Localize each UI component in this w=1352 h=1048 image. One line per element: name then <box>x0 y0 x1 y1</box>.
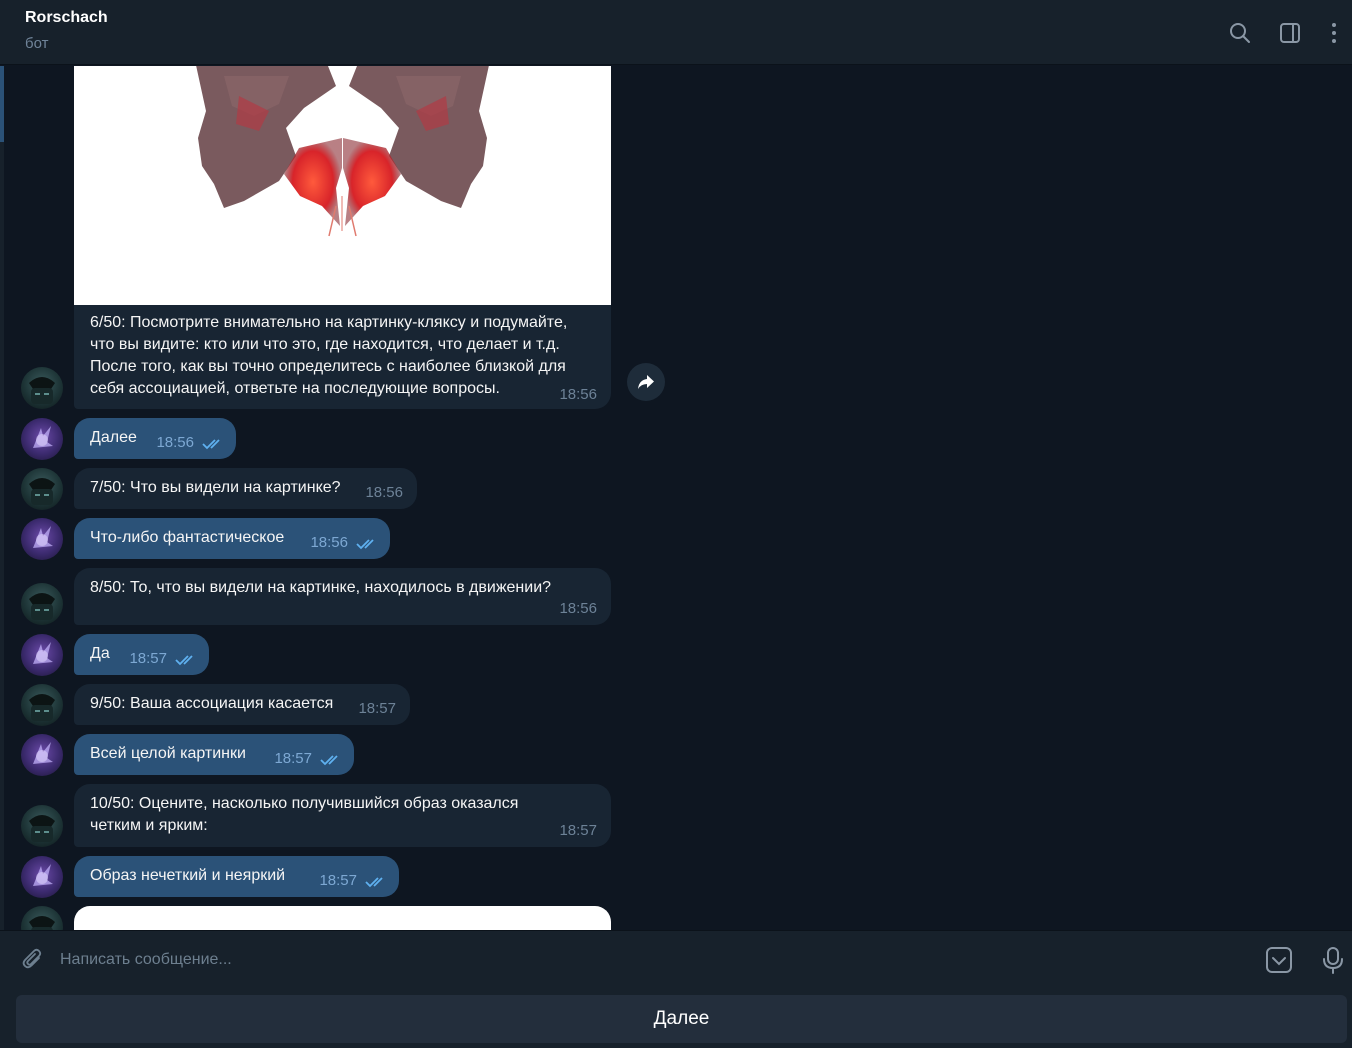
message-text: 9/50: Ваша ассоциация касается <box>90 695 334 712</box>
message-time: 18:56 <box>365 484 403 501</box>
double-check-icon <box>320 755 338 766</box>
microphone-icon[interactable] <box>1318 945 1348 975</box>
message-bubble-incoming[interactable]: 7/50: Что вы видели на картинке? 18:56 <box>74 468 417 509</box>
message-bubble-incoming[interactable]: 8/50: То, что вы видели на картинке, нах… <box>74 568 611 625</box>
user-avatar[interactable] <box>21 418 63 460</box>
bot-avatar[interactable] <box>21 684 63 726</box>
user-avatar[interactable] <box>21 856 63 898</box>
message-bubble-outgoing[interactable]: Всей целой картинки 18:57 <box>74 734 354 775</box>
message-text: Далее <box>90 429 137 446</box>
user-avatar[interactable] <box>21 734 63 776</box>
message-bubble-incoming[interactable]: 10/50: Оцените, насколько получившийся о… <box>74 784 611 847</box>
message-time: 18:56 <box>310 534 348 551</box>
double-check-icon <box>175 655 193 666</box>
message-time: 18:56 <box>559 600 597 617</box>
message-time: 18:57 <box>274 750 312 767</box>
chat-subtitle: бот <box>25 35 49 52</box>
message-bubble-outgoing[interactable]: Далее 18:56 <box>74 418 236 459</box>
message-bubble-outgoing[interactable]: Образ нечеткий и неяркий 18:57 <box>74 856 399 897</box>
message-time: 18:57 <box>358 700 396 717</box>
message-list[interactable]: 6/50: Посмотрите внимательно на картинку… <box>4 66 1352 930</box>
message-text: Образ нечеткий и неяркий <box>90 867 286 884</box>
message-text: 7/50: Что вы видели на картинке? <box>90 479 341 496</box>
user-avatar[interactable] <box>21 518 63 560</box>
message-text-line: что вы видите: кто или что это, где нахо… <box>90 336 560 353</box>
message-time: 18:57 <box>129 650 167 667</box>
sidebar-toggle-icon[interactable] <box>1275 18 1305 48</box>
keyboard-button-next[interactable]: Далее <box>16 995 1347 1043</box>
message-composer <box>0 930 1352 988</box>
double-check-icon <box>356 539 374 550</box>
chat-header: Rorschach бот <box>0 0 1352 65</box>
bot-avatar[interactable] <box>21 805 63 847</box>
bot-avatar[interactable] <box>21 468 63 510</box>
bot-avatar[interactable] <box>21 583 63 625</box>
double-check-icon <box>202 439 220 450</box>
bot-keyboard: Далее <box>0 988 1352 1048</box>
message-text-line: четким и ярким: <box>90 817 208 834</box>
message-text-line: После того, как вы точно определитесь с … <box>90 358 566 375</box>
message-time: 18:57 <box>559 822 597 839</box>
search-icon[interactable] <box>1225 18 1255 48</box>
message-time: 18:56 <box>559 386 597 403</box>
inkblot-image[interactable] <box>74 66 611 305</box>
paperclip-icon[interactable] <box>18 945 48 975</box>
message-text: 8/50: То, что вы видели на картинке, нах… <box>90 579 552 596</box>
double-check-icon <box>365 877 383 888</box>
message-text-line: 10/50: Оцените, насколько получившийся о… <box>90 795 519 812</box>
message-text: 10/50: Оцените, насколько получившийся о… <box>90 793 518 837</box>
user-avatar[interactable] <box>21 634 63 676</box>
message-image-partial[interactable] <box>74 906 611 930</box>
message-text: Что-либо фантастическое <box>90 529 285 546</box>
chat-title[interactable]: Rorschach <box>25 9 108 27</box>
keyboard-icon[interactable] <box>1264 945 1294 975</box>
share-icon[interactable] <box>627 363 665 401</box>
message-bubble-incoming[interactable]: 9/50: Ваша ассоциация касается 18:57 <box>74 684 410 725</box>
message-text: Да <box>90 645 110 662</box>
message-text-line: себя ассоциацией, ответьте на последующи… <box>90 380 500 397</box>
bot-avatar[interactable] <box>21 906 63 930</box>
message-bubble-incoming[interactable]: 6/50: Посмотрите внимательно на картинку… <box>74 66 611 409</box>
message-time: 18:57 <box>319 872 357 889</box>
message-time: 18:56 <box>156 434 194 451</box>
message-text-line: 6/50: Посмотрите внимательно на картинку… <box>90 314 568 331</box>
message-input[interactable] <box>58 943 1208 977</box>
more-vertical-icon[interactable] <box>1319 18 1349 48</box>
bot-avatar[interactable] <box>21 367 63 409</box>
message-text: 6/50: Посмотрите внимательно на картинку… <box>90 312 600 400</box>
message-bubble-outgoing[interactable]: Да 18:57 <box>74 634 209 675</box>
message-bubble-outgoing[interactable]: Что-либо фантастическое 18:56 <box>74 518 390 559</box>
message-text: Всей целой картинки <box>90 745 246 762</box>
